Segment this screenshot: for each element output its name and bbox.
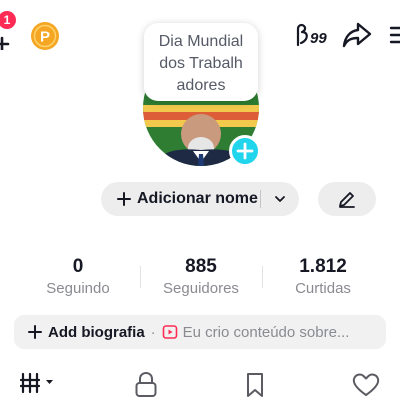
stories-count: 99 (310, 30, 327, 47)
note-text-line: Dia Mundial (158, 33, 244, 50)
tab-private[interactable] (131, 370, 161, 400)
add-friend-button[interactable] (0, 26, 14, 52)
followers-label: Seguidores (163, 280, 239, 297)
add-name-label: Adicionar nome (137, 190, 258, 207)
bio-separator: · (150, 323, 156, 341)
plus-icon (28, 325, 42, 339)
menu-icon (389, 26, 400, 44)
edit-profile-button[interactable] (318, 182, 376, 216)
stat-following[interactable]: 0 Seguindo (18, 256, 138, 300)
pencil-icon (339, 192, 355, 208)
chevron-down-icon[interactable] (274, 193, 286, 205)
likes-label: Curtidas (295, 280, 351, 297)
plus-icon (117, 192, 131, 206)
following-count: 0 (72, 256, 84, 277)
points-coin-icon: P (31, 22, 59, 50)
plus-icon (236, 142, 254, 160)
bio-hint-text: Eu crio conteúdo sobre... (182, 323, 350, 341)
tab-liked[interactable] (350, 370, 382, 400)
lock-icon (135, 371, 157, 397)
heart-outline-icon (352, 373, 380, 396)
tab-videos[interactable] (19, 370, 60, 400)
note-text-line: dos Trabalh (159, 55, 243, 72)
menu-button[interactable] (389, 24, 400, 46)
add-name-button[interactable]: Adicionar nome (101, 182, 299, 216)
following-label: Seguindo (46, 280, 110, 297)
video-play-icon (162, 325, 177, 339)
svg-text:P: P (40, 29, 50, 46)
add-bio-label: Add biografia (48, 323, 145, 341)
bookmark-icon (247, 373, 263, 397)
tab-saved[interactable] (240, 370, 270, 400)
stat-followers[interactable]: 885 Seguidores (141, 256, 261, 300)
add-bio-button[interactable]: Add biografia · Eu crio conteúdo sobre..… (14, 315, 386, 349)
add-avatar-button[interactable] (229, 135, 261, 167)
note-text-line: adores (176, 77, 226, 94)
share-button[interactable] (341, 20, 373, 50)
likes-count: 1.812 (299, 256, 347, 277)
divider (260, 190, 261, 208)
share-icon (342, 22, 372, 48)
followers-count: 885 (185, 256, 217, 277)
points-button[interactable]: P (30, 21, 60, 51)
note-bubble[interactable]: Dia Mundial dos Trabalh adores (144, 23, 258, 101)
stat-likes[interactable]: 1.812 Curtidas (263, 256, 383, 300)
add-friend-icon (0, 36, 10, 52)
stories-button[interactable]: 99 (294, 21, 336, 49)
grid-icon (19, 372, 53, 394)
